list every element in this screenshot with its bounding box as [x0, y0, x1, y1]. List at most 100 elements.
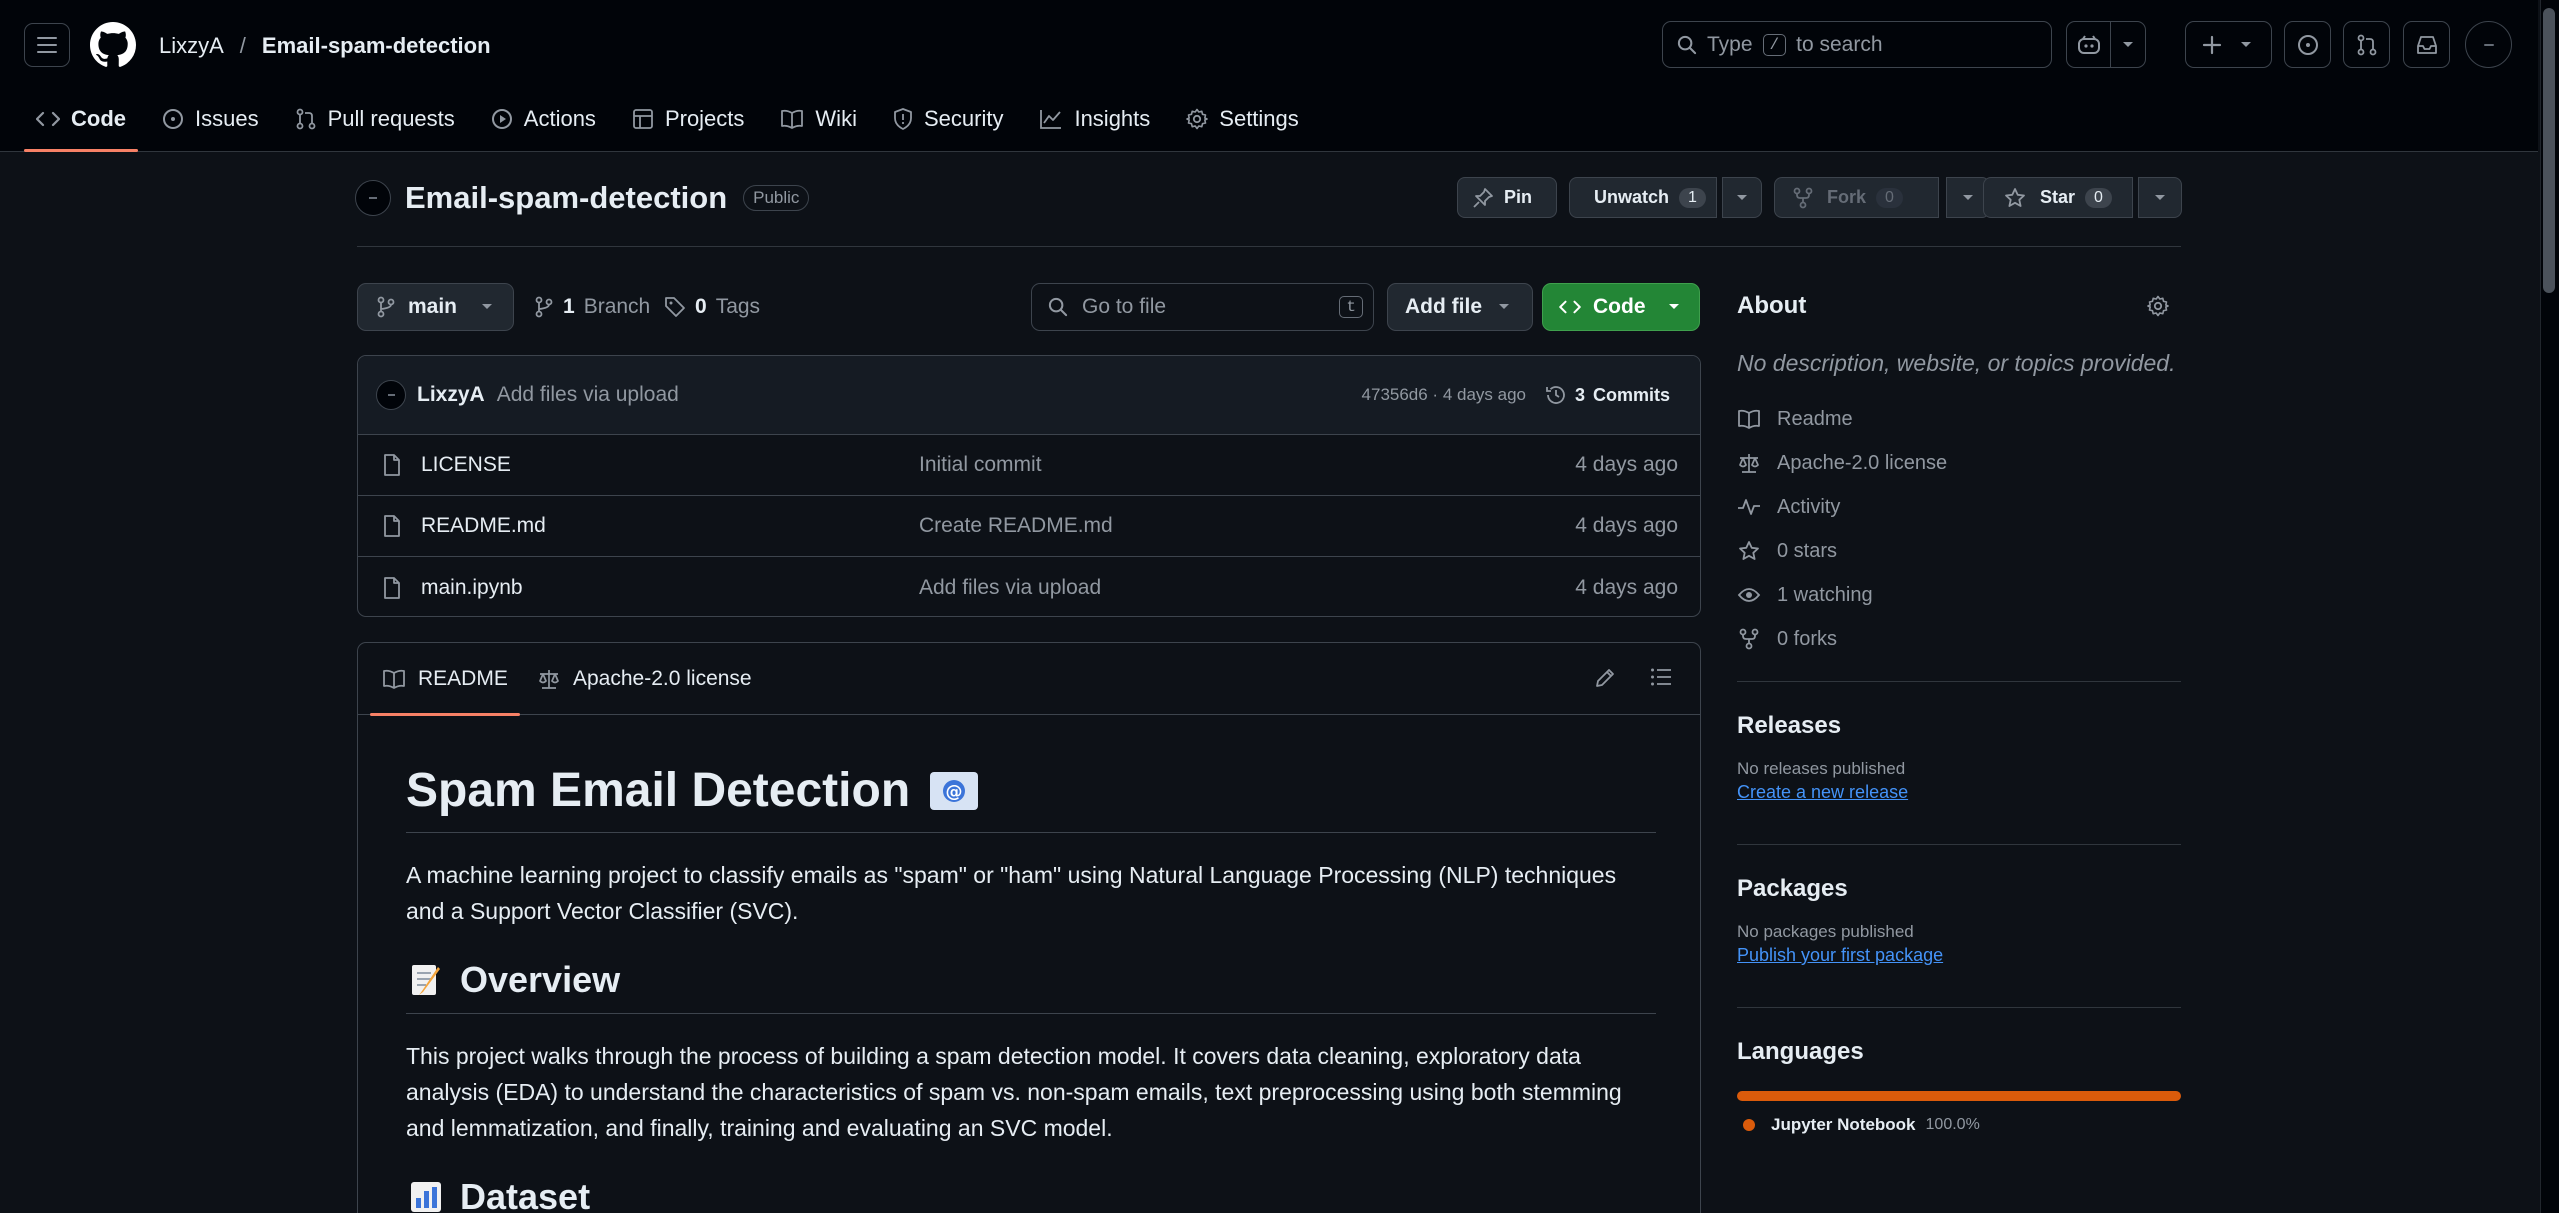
language-color-dot: [1743, 1119, 1755, 1131]
readme-link[interactable]: Readme: [1737, 397, 2181, 441]
file-name[interactable]: LICENSE: [421, 453, 511, 477]
outline-button[interactable]: [1650, 667, 1672, 687]
edit-about-button[interactable]: [2147, 295, 2169, 317]
play-icon: [491, 109, 512, 129]
tag-word: Tags: [715, 295, 761, 318]
packages-title[interactable]: Packages: [1737, 875, 2181, 903]
pin-button[interactable]: Pin: [1457, 177, 1557, 218]
tab-wiki[interactable]: Wiki: [766, 98, 871, 140]
repo-owner-avatar[interactable]: [355, 180, 391, 216]
tab-security[interactable]: Security: [879, 98, 1017, 140]
tag-icon: [665, 297, 685, 317]
publish-package-link[interactable]: Publish your first package: [1737, 945, 2181, 966]
inbox-icon: [2416, 35, 2437, 54]
breadcrumb-owner[interactable]: LixzyA: [159, 33, 224, 59]
watch-button[interactable]: Unwatch 1: [1569, 177, 1717, 218]
file-commit-message[interactable]: Add files via upload: [919, 576, 1101, 600]
tab-issues[interactable]: Issues: [148, 98, 273, 140]
branch-name: main: [408, 295, 458, 318]
inbox-button[interactable]: [2403, 21, 2450, 68]
table-row[interactable]: main.ipynb Add files via upload 4 days a…: [358, 557, 1700, 616]
about-item-label: Apache-2.0 license: [1777, 451, 1948, 474]
issue-icon: [163, 109, 183, 129]
stars-link[interactable]: 0 stars: [1737, 529, 2181, 573]
repo-title-group: Email-spam-detection Public: [405, 180, 810, 216]
watch-dropdown[interactable]: [1722, 177, 1762, 218]
create-new-button[interactable]: [2185, 21, 2272, 68]
commit-author-avatar[interactable]: [376, 380, 406, 410]
pull-requests-button[interactable]: [2343, 21, 2390, 68]
plus-icon: [2202, 35, 2222, 54]
fork-button[interactable]: Fork 0: [1774, 177, 1939, 218]
forks-link[interactable]: 0 forks: [1737, 617, 2181, 661]
branches-link[interactable]: 1 Branch: [534, 295, 650, 319]
menu-button[interactable]: [24, 23, 70, 67]
tags-link[interactable]: 0 Tags: [664, 295, 760, 319]
table-row[interactable]: LICENSE Initial commit 4 days ago: [358, 435, 1700, 496]
about-section: About No description, website, or topics…: [1737, 292, 2181, 661]
tab-projects[interactable]: Projects: [618, 98, 758, 140]
code-button[interactable]: Code: [1542, 283, 1700, 331]
copilot-dropdown[interactable]: [2111, 22, 2145, 67]
triangle-down-icon: [2241, 41, 2251, 47]
about-list: Readme Apache-2.0 license Activity 0 sta…: [1737, 397, 2181, 661]
tab-insights[interactable]: Insights: [1025, 98, 1164, 140]
tab-settings[interactable]: Settings: [1172, 98, 1313, 140]
releases-title[interactable]: Releases: [1737, 712, 2181, 740]
overview-title: Overview: [460, 959, 621, 1000]
star-count: 0: [2085, 187, 2112, 208]
watch-label: Unwatch: [1594, 187, 1670, 207]
search-suffix: to search: [1796, 32, 1883, 56]
watchers-link[interactable]: 1 watching: [1737, 573, 2181, 617]
branch-count: 1: [563, 295, 575, 318]
tab-actions[interactable]: Actions: [477, 98, 610, 140]
about-item-label: Activity: [1777, 495, 1841, 518]
overview-heading: Overview: [406, 959, 1656, 1014]
file-name[interactable]: README.md: [421, 514, 546, 538]
create-release-link[interactable]: Create a new release: [1737, 782, 2181, 803]
issues-button[interactable]: [2284, 21, 2331, 68]
pull-request-icon: [2357, 34, 2376, 55]
language-item[interactable]: Jupyter Notebook 100.0%: [1737, 1115, 2181, 1135]
tab-label: Wiki: [815, 106, 857, 131]
repo-title[interactable]: Email-spam-detection: [405, 180, 727, 216]
avatar-glyph: [387, 394, 395, 396]
license-link[interactable]: Apache-2.0 license: [1737, 441, 2181, 485]
file-name[interactable]: main.ipynb: [421, 576, 523, 600]
commit-message[interactable]: Add files via upload: [497, 383, 679, 407]
file-commit-message[interactable]: Initial commit: [919, 453, 1042, 477]
file-commit-message[interactable]: Create README.md: [919, 514, 1113, 538]
commit-author[interactable]: LixzyA: [417, 383, 485, 407]
scrollbar-thumb[interactable]: [2543, 8, 2555, 293]
activity-link[interactable]: Activity: [1737, 485, 2181, 529]
dataset-title: Dataset: [460, 1176, 591, 1213]
github-logo-icon[interactable]: [90, 22, 136, 68]
add-file-label: Add file: [1405, 295, 1482, 318]
tab-readme[interactable]: README: [370, 643, 520, 716]
go-to-file-input[interactable]: Go to file t: [1031, 283, 1374, 331]
repo-nav: Code Issues Pull requests Actions Projec…: [22, 98, 1321, 152]
breadcrumb-repo[interactable]: Email-spam-detection: [262, 33, 491, 59]
commits-history-link[interactable]: 3 Commits: [1545, 384, 1670, 406]
about-title: About: [1737, 292, 1807, 319]
avatar-glyph: [2483, 43, 2494, 46]
star-button[interactable]: Star 0: [1983, 177, 2133, 218]
edit-readme-button[interactable]: [1594, 667, 1616, 689]
tab-pull-requests[interactable]: Pull requests: [281, 98, 469, 140]
commit-sha-time[interactable]: 47356d6 · 4 days ago: [1362, 385, 1526, 405]
go-to-file-placeholder: Go to file: [1082, 295, 1167, 318]
global-search-input[interactable]: Type / to search: [1662, 21, 2052, 68]
watch-count: 1: [1679, 187, 1706, 208]
tab-code[interactable]: Code: [22, 98, 140, 152]
add-file-button[interactable]: Add file: [1387, 283, 1533, 331]
table-row[interactable]: README.md Create README.md 4 days ago: [358, 496, 1700, 557]
star-dropdown[interactable]: [2138, 177, 2182, 218]
tab-license[interactable]: Apache-2.0 license: [537, 643, 752, 715]
about-description: No description, website, or topics provi…: [1737, 350, 2176, 376]
user-avatar[interactable]: [2465, 21, 2512, 68]
global-header: LixzyA / Email-spam-detection Type / to …: [0, 0, 2538, 152]
fork-icon: [1739, 628, 1759, 650]
branch-selector[interactable]: main: [357, 283, 514, 331]
copilot-button[interactable]: [2067, 22, 2111, 67]
file-icon: [384, 454, 400, 476]
